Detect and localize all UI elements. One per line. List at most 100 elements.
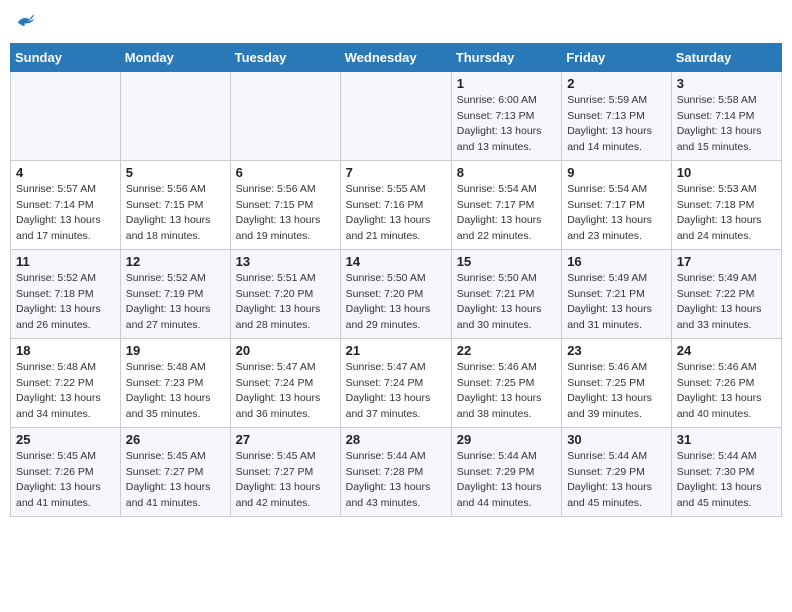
- calendar-cell: 28 Sunrise: 5:44 AM Sunset: 7:28 PM Dayli…: [340, 427, 451, 516]
- day-number: 26: [126, 432, 225, 447]
- calendar-cell: 26 Sunrise: 5:45 AM Sunset: 7:27 PM Dayli…: [120, 427, 230, 516]
- day-info: Sunrise: 5:45 AM Sunset: 7:27 PM Dayligh…: [236, 449, 335, 512]
- day-number: 8: [457, 165, 556, 180]
- page-header: [10, 10, 782, 35]
- day-info: Sunrise: 5:47 AM Sunset: 7:24 PM Dayligh…: [236, 360, 335, 423]
- day-info: Sunrise: 5:55 AM Sunset: 7:16 PM Dayligh…: [346, 182, 446, 245]
- weekday-header-row: SundayMondayTuesdayWednesdayThursdayFrid…: [11, 43, 782, 71]
- week-row-0: 1Sunrise: 6:00 AM Sunset: 7:13 PM Daylig…: [11, 71, 782, 160]
- day-info: Sunrise: 5:53 AM Sunset: 7:18 PM Dayligh…: [677, 182, 776, 245]
- weekday-header-tuesday: Tuesday: [230, 43, 340, 71]
- day-number: 10: [677, 165, 776, 180]
- day-info: Sunrise: 5:47 AM Sunset: 7:24 PM Dayligh…: [346, 360, 446, 423]
- weekday-header-sunday: Sunday: [11, 43, 121, 71]
- day-info: Sunrise: 5:48 AM Sunset: 7:23 PM Dayligh…: [126, 360, 225, 423]
- day-number: 25: [16, 432, 115, 447]
- day-number: 9: [567, 165, 666, 180]
- day-number: 23: [567, 343, 666, 358]
- weekday-header-thursday: Thursday: [451, 43, 561, 71]
- day-info: Sunrise: 5:44 AM Sunset: 7:28 PM Dayligh…: [346, 449, 446, 512]
- day-number: 30: [567, 432, 666, 447]
- day-number: 17: [677, 254, 776, 269]
- day-number: 21: [346, 343, 446, 358]
- day-info: Sunrise: 5:50 AM Sunset: 7:21 PM Dayligh…: [457, 271, 556, 334]
- week-row-4: 25 Sunrise: 5:45 AM Sunset: 7:26 PM Dayli…: [11, 427, 782, 516]
- day-number: 27: [236, 432, 335, 447]
- calendar-cell: 4 Sunrise: 5:57 AM Sunset: 7:14 PM Daylig…: [11, 160, 121, 249]
- calendar-cell: [120, 71, 230, 160]
- calendar-cell: 5 Sunrise: 5:56 AM Sunset: 7:15 PM Daylig…: [120, 160, 230, 249]
- calendar-cell: 10 Sunrise: 5:53 AM Sunset: 7:18 PM Dayli…: [671, 160, 781, 249]
- day-info: Sunrise: 5:46 AM Sunset: 7:25 PM Dayligh…: [457, 360, 556, 423]
- day-info: Sunrise: 5:56 AM Sunset: 7:15 PM Dayligh…: [126, 182, 225, 245]
- day-info: Sunrise: 5:49 AM Sunset: 7:21 PM Dayligh…: [567, 271, 666, 334]
- day-info: Sunrise: 5:57 AM Sunset: 7:14 PM Dayligh…: [16, 182, 115, 245]
- day-number: 11: [16, 254, 115, 269]
- day-number: 6: [236, 165, 335, 180]
- day-info: Sunrise: 5:45 AM Sunset: 7:26 PM Dayligh…: [16, 449, 115, 512]
- day-number: 20: [236, 343, 335, 358]
- day-info: Sunrise: 5:54 AM Sunset: 7:17 PM Dayligh…: [457, 182, 556, 245]
- day-info: Sunrise: 5:52 AM Sunset: 7:19 PM Dayligh…: [126, 271, 225, 334]
- weekday-header-wednesday: Wednesday: [340, 43, 451, 71]
- calendar-cell: [340, 71, 451, 160]
- day-number: 29: [457, 432, 556, 447]
- day-info: Sunrise: 5:50 AM Sunset: 7:20 PM Dayligh…: [346, 271, 446, 334]
- day-info: Sunrise: 5:56 AM Sunset: 7:15 PM Dayligh…: [236, 182, 335, 245]
- calendar-cell: [11, 71, 121, 160]
- day-info: Sunrise: 5:58 AM Sunset: 7:14 PM Dayligh…: [677, 93, 776, 156]
- calendar-cell: 21 Sunrise: 5:47 AM Sunset: 7:24 PM Dayli…: [340, 338, 451, 427]
- calendar-cell: 14 Sunrise: 5:50 AM Sunset: 7:20 PM Dayli…: [340, 249, 451, 338]
- calendar-cell: 20 Sunrise: 5:47 AM Sunset: 7:24 PM Dayli…: [230, 338, 340, 427]
- week-row-3: 18Sunrise: 5:48 AM Sunset: 7:22 PM Dayli…: [11, 338, 782, 427]
- calendar-cell: 9 Sunrise: 5:54 AM Sunset: 7:17 PM Daylig…: [562, 160, 672, 249]
- calendar-cell: 30 Sunrise: 5:44 AM Sunset: 7:29 PM Dayli…: [562, 427, 672, 516]
- week-row-1: 4 Sunrise: 5:57 AM Sunset: 7:14 PM Daylig…: [11, 160, 782, 249]
- day-info: Sunrise: 5:46 AM Sunset: 7:25 PM Dayligh…: [567, 360, 666, 423]
- logo-text: [14, 10, 36, 35]
- calendar-cell: 2 Sunrise: 5:59 AM Sunset: 7:13 PM Daylig…: [562, 71, 672, 160]
- day-number: 18: [16, 343, 115, 358]
- day-number: 24: [677, 343, 776, 358]
- day-info: Sunrise: 5:44 AM Sunset: 7:29 PM Dayligh…: [457, 449, 556, 512]
- day-number: 14: [346, 254, 446, 269]
- calendar-cell: 25 Sunrise: 5:45 AM Sunset: 7:26 PM Dayli…: [11, 427, 121, 516]
- calendar-cell: 17Sunrise: 5:49 AM Sunset: 7:22 PM Dayli…: [671, 249, 781, 338]
- calendar-cell: 23 Sunrise: 5:46 AM Sunset: 7:25 PM Dayli…: [562, 338, 672, 427]
- day-info: Sunrise: 5:54 AM Sunset: 7:17 PM Dayligh…: [567, 182, 666, 245]
- day-info: Sunrise: 5:44 AM Sunset: 7:30 PM Dayligh…: [677, 449, 776, 512]
- calendar-cell: 11 Sunrise: 5:52 AM Sunset: 7:18 PM Dayli…: [11, 249, 121, 338]
- day-number: 2: [567, 76, 666, 91]
- weekday-header-monday: Monday: [120, 43, 230, 71]
- calendar-cell: 7 Sunrise: 5:55 AM Sunset: 7:16 PM Daylig…: [340, 160, 451, 249]
- calendar-cell: 16 Sunrise: 5:49 AM Sunset: 7:21 PM Dayli…: [562, 249, 672, 338]
- weekday-header-friday: Friday: [562, 43, 672, 71]
- day-number: 4: [16, 165, 115, 180]
- day-info: Sunrise: 5:45 AM Sunset: 7:27 PM Dayligh…: [126, 449, 225, 512]
- day-number: 31: [677, 432, 776, 447]
- calendar-cell: 29 Sunrise: 5:44 AM Sunset: 7:29 PM Dayli…: [451, 427, 561, 516]
- calendar-cell: 13Sunrise: 5:51 AM Sunset: 7:20 PM Dayli…: [230, 249, 340, 338]
- calendar-cell: 8 Sunrise: 5:54 AM Sunset: 7:17 PM Daylig…: [451, 160, 561, 249]
- calendar-cell: 31 Sunrise: 5:44 AM Sunset: 7:30 PM Dayli…: [671, 427, 781, 516]
- calendar-cell: 15 Sunrise: 5:50 AM Sunset: 7:21 PM Dayli…: [451, 249, 561, 338]
- day-number: 16: [567, 254, 666, 269]
- day-info: Sunrise: 5:51 AM Sunset: 7:20 PM Dayligh…: [236, 271, 335, 334]
- calendar-cell: 12Sunrise: 5:52 AM Sunset: 7:19 PM Dayli…: [120, 249, 230, 338]
- day-info: Sunrise: 5:44 AM Sunset: 7:29 PM Dayligh…: [567, 449, 666, 512]
- day-number: 28: [346, 432, 446, 447]
- calendar-table: SundayMondayTuesdayWednesdayThursdayFrid…: [10, 43, 782, 517]
- calendar-body: 1Sunrise: 6:00 AM Sunset: 7:13 PM Daylig…: [11, 71, 782, 516]
- day-number: 7: [346, 165, 446, 180]
- day-number: 5: [126, 165, 225, 180]
- day-info: Sunrise: 5:52 AM Sunset: 7:18 PM Dayligh…: [16, 271, 115, 334]
- calendar-cell: 24Sunrise: 5:46 AM Sunset: 7:26 PM Dayli…: [671, 338, 781, 427]
- calendar-cell: 3 Sunrise: 5:58 AM Sunset: 7:14 PM Daylig…: [671, 71, 781, 160]
- day-info: Sunrise: 5:59 AM Sunset: 7:13 PM Dayligh…: [567, 93, 666, 156]
- logo: [14, 10, 36, 35]
- day-number: 15: [457, 254, 556, 269]
- day-number: 3: [677, 76, 776, 91]
- calendar-cell: [230, 71, 340, 160]
- calendar-cell: 22Sunrise: 5:46 AM Sunset: 7:25 PM Dayli…: [451, 338, 561, 427]
- calendar-cell: 18Sunrise: 5:48 AM Sunset: 7:22 PM Dayli…: [11, 338, 121, 427]
